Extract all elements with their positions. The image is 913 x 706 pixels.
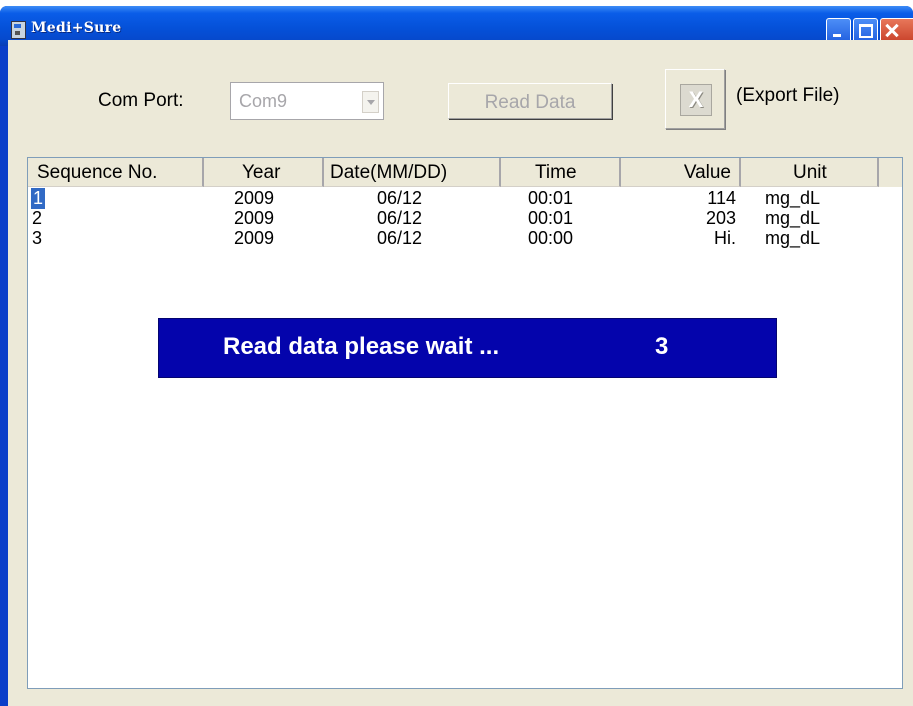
row2-time: 00:01 xyxy=(528,208,574,228)
row2-unit: mg_dL xyxy=(765,208,821,228)
read-data-button[interactable]: Read Data xyxy=(448,83,612,119)
col-header-sequence[interactable]: Sequence No. xyxy=(28,158,204,187)
row1-year: 2009 xyxy=(234,188,275,208)
wait-message: Read data please wait ... xyxy=(223,333,500,360)
com-port-label: Com Port: xyxy=(98,90,184,111)
row2-seq[interactable]: 2 xyxy=(32,208,42,229)
header-filler xyxy=(879,158,902,187)
chevron-down-icon[interactable] xyxy=(362,91,379,113)
row1-date: 06/12 xyxy=(377,188,423,208)
row3-seq[interactable]: 3 xyxy=(32,228,42,249)
row1-seq[interactable]: 1 xyxy=(31,188,46,209)
row1-unit: mg_dL xyxy=(765,188,821,208)
col-header-value[interactable]: Value xyxy=(621,158,741,187)
row1-value: 114 xyxy=(707,188,736,208)
col-header-date[interactable]: Date(MM/DD) xyxy=(324,158,501,187)
col-header-time[interactable]: Time xyxy=(501,158,621,187)
row3-time: 00:00 xyxy=(528,228,574,248)
col-header-year[interactable]: Year xyxy=(204,158,324,187)
row2-date: 06/12 xyxy=(377,208,423,228)
row3-value: Hi. xyxy=(714,228,736,248)
data-list[interactable]: Sequence No. Year Date(MM/DD) Time Value… xyxy=(27,157,903,689)
row2-value: 203 xyxy=(705,208,736,228)
com-port-select[interactable]: Com9 xyxy=(230,82,384,120)
row3-unit: mg_dL xyxy=(765,228,821,248)
row1-time: 00:01 xyxy=(528,188,574,208)
export-file-label: (Export File) xyxy=(736,85,840,106)
row3-year: 2009 xyxy=(234,228,275,248)
window-title: Medi+Sure xyxy=(31,20,122,36)
row3-date: 06/12 xyxy=(377,228,423,248)
read-progress-banner: Read data please wait ... 3 xyxy=(158,318,777,378)
com-port-value: Com9 xyxy=(239,91,288,111)
col-header-unit[interactable]: Unit xyxy=(741,158,879,187)
export-file-button[interactable]: X xyxy=(665,69,725,129)
read-data-label: Read Data xyxy=(484,92,576,113)
row2-year: 2009 xyxy=(234,208,275,228)
wait-count: 3 xyxy=(655,333,669,360)
window-bottom xyxy=(8,699,913,706)
excel-icon: X xyxy=(680,84,712,116)
app-icon[interactable] xyxy=(11,21,26,39)
